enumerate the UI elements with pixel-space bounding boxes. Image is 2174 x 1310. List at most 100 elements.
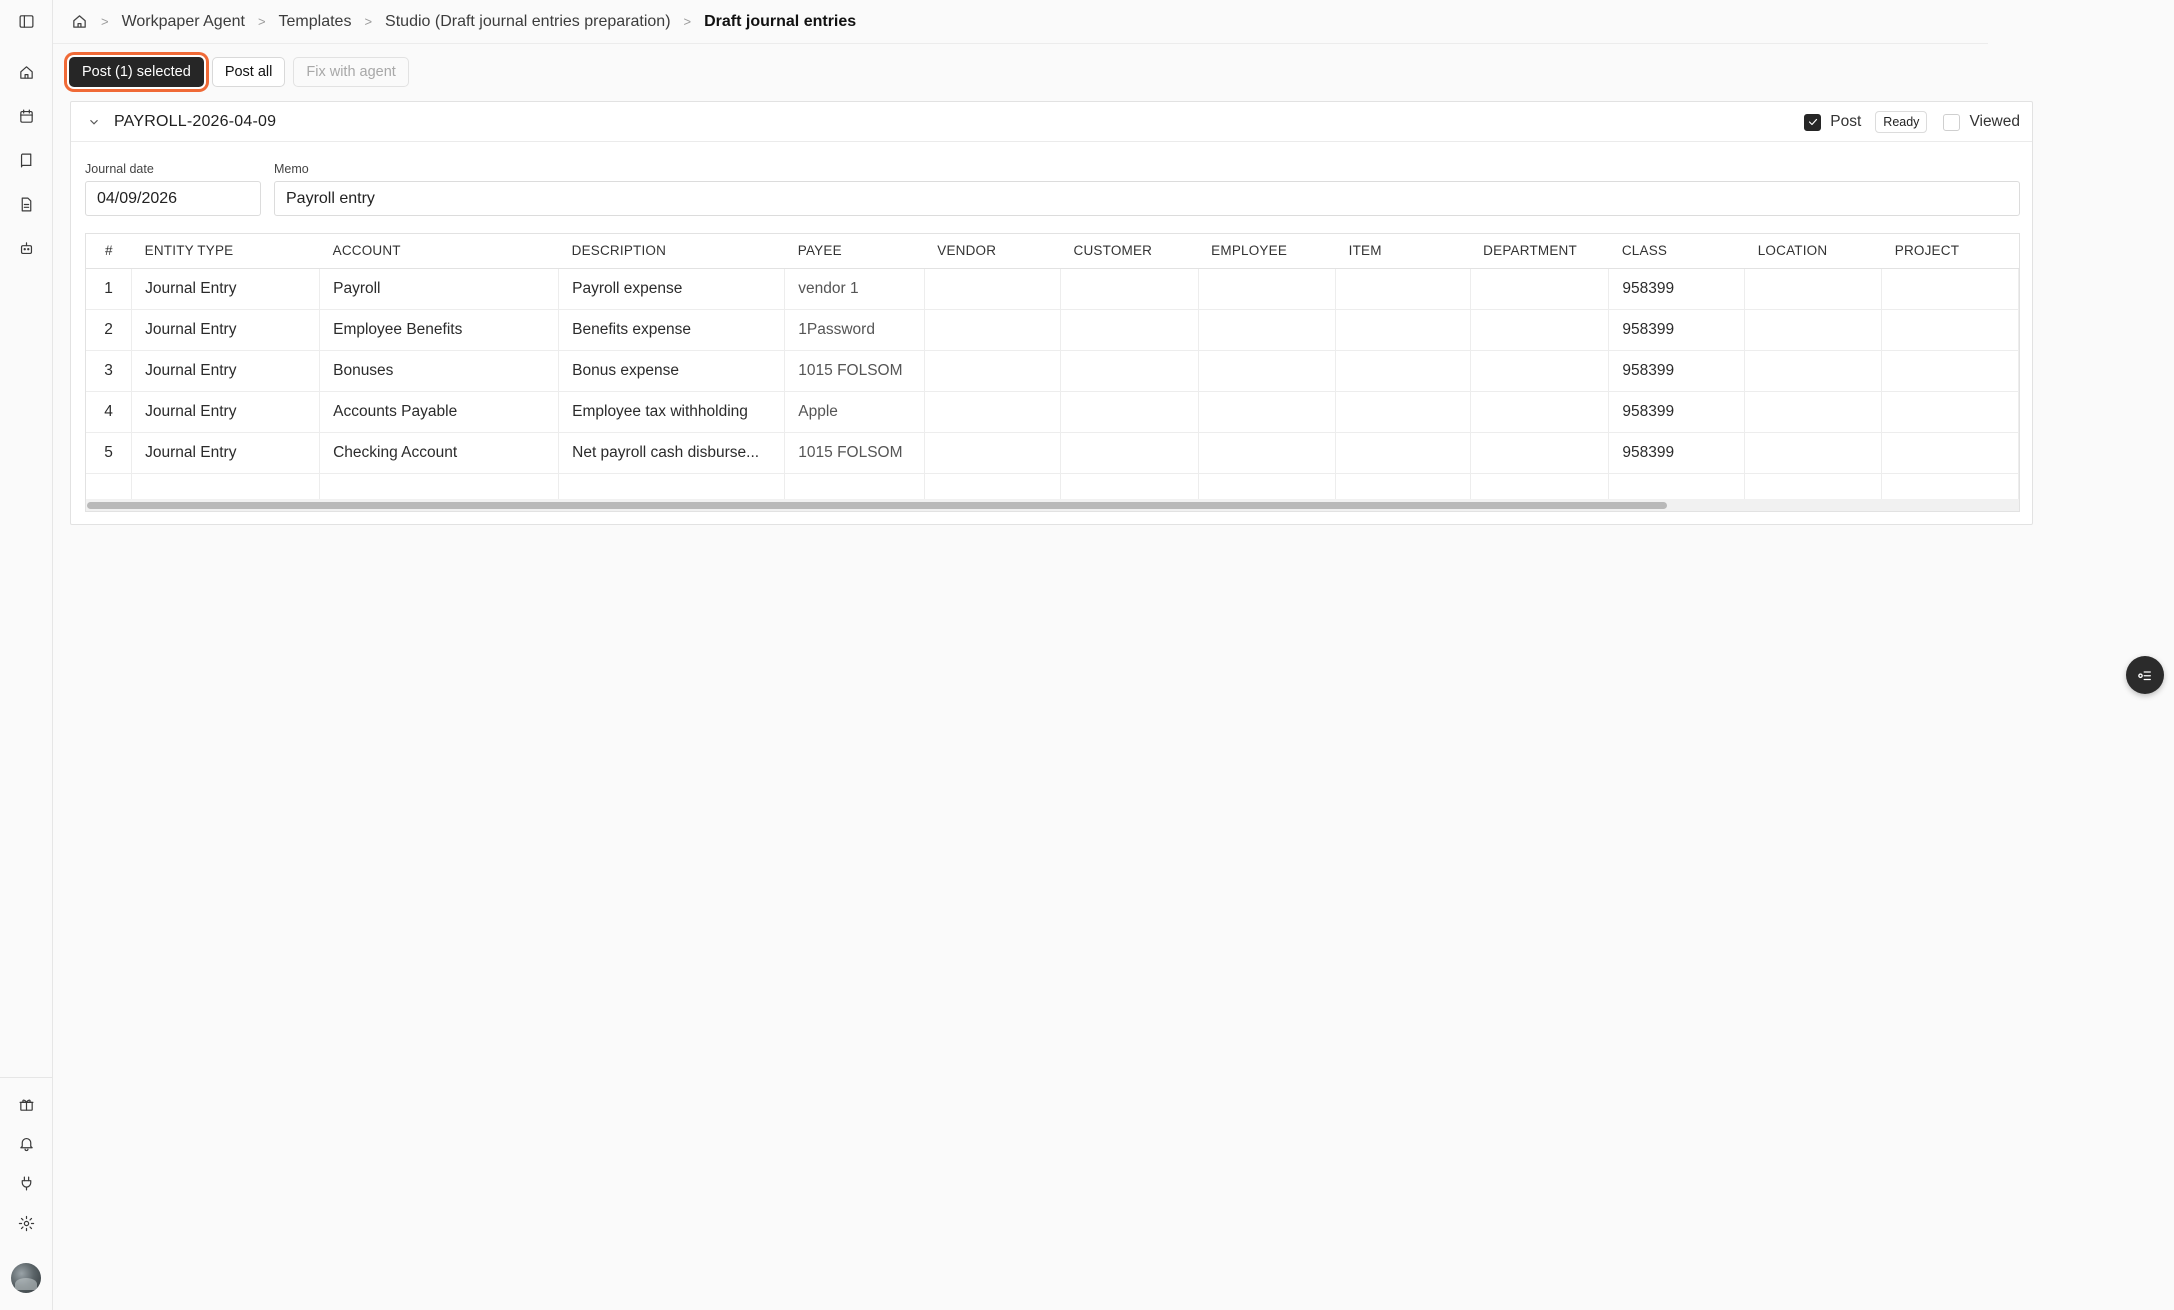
table-cell[interactable]: Journal Entry [131,391,321,433]
table-cell[interactable]: vendor 1 [784,268,925,310]
table-cell[interactable] [1881,432,2019,474]
plug-icon[interactable] [12,1169,40,1197]
table-cell[interactable] [924,350,1062,392]
fix-with-agent-button[interactable]: Fix with agent [293,57,409,87]
viewed-checkbox[interactable] [1943,113,1961,131]
table-cell[interactable] [1470,391,1610,433]
horizontal-scrollbar[interactable] [86,499,2019,511]
table-cell[interactable] [1198,391,1337,433]
calendar-icon[interactable] [12,102,40,130]
table-cell[interactable]: Payroll expense [558,268,786,310]
post-checkbox[interactable] [1804,113,1822,131]
table-cell[interactable]: 2 [86,309,133,351]
table-cell[interactable] [1060,391,1199,433]
sidebar-toggle-icon[interactable] [12,7,40,35]
memo-input[interactable]: Payroll entry [274,181,2020,216]
table-cell[interactable]: Bonus expense [558,350,786,392]
column-header[interactable]: ITEM [1335,234,1471,269]
breadcrumb-workpaper-agent[interactable]: Workpaper Agent [122,13,245,31]
table-cell[interactable] [1744,391,1883,433]
gear-icon[interactable] [12,1209,40,1237]
breadcrumb-templates[interactable]: Templates [279,13,352,31]
table-row[interactable]: 5 Journal Entry Checking Account Net payrol… [86,432,2019,474]
column-header[interactable]: VENDOR [924,234,1061,269]
table-cell[interactable]: Journal Entry [131,268,321,310]
table-cell[interactable]: 958399 [1608,432,1746,474]
table-row[interactable]: 2 Journal Entry Employee Benefits Benefits … [86,309,2019,351]
table-cell[interactable] [924,391,1062,433]
table-cell[interactable]: 5 [86,432,133,474]
column-header[interactable]: PAYEE [784,234,925,269]
post-selected-button[interactable]: Post (1) selected [69,57,204,87]
table-cell[interactable] [1060,350,1199,392]
table-cell[interactable] [1335,432,1471,474]
table-cell[interactable] [1060,432,1199,474]
avatar[interactable] [11,1263,41,1293]
column-header[interactable]: ACCOUNT [319,234,559,269]
document-icon[interactable] [12,190,40,218]
table-cell[interactable]: 958399 [1608,391,1746,433]
table-cell[interactable] [1744,309,1883,351]
journal-date-input[interactable]: 04/09/2026 [85,181,261,216]
table-cell[interactable] [1470,432,1610,474]
table-cell[interactable]: 1 [86,268,133,310]
breadcrumb-studio[interactable]: Studio (Draft journal entries preparatio… [385,13,670,31]
table-cell[interactable] [1470,309,1610,351]
table-cell[interactable] [1198,309,1337,351]
table-cell[interactable]: 3 [86,350,133,392]
table-cell[interactable]: 1Password [784,309,925,351]
table-cell[interactable]: Employee Benefits [319,309,560,351]
table-cell[interactable]: Apple [784,391,925,433]
table-cell[interactable]: 4 [86,391,133,433]
table-cell[interactable] [1335,309,1471,351]
book-icon[interactable] [12,146,40,174]
column-header[interactable]: EMPLOYEE [1198,234,1336,269]
column-header[interactable]: ENTITY TYPE [131,234,320,269]
table-cell[interactable] [1744,268,1883,310]
table-cell[interactable] [1744,350,1883,392]
table-cell[interactable]: Checking Account [319,432,560,474]
table-cell[interactable]: Journal Entry [131,309,321,351]
table-cell[interactable] [1335,350,1471,392]
table-row[interactable]: 4 Journal Entry Accounts Payable Employee t… [86,391,2019,433]
table-cell[interactable] [1060,309,1199,351]
column-header[interactable]: LOCATION [1744,234,1882,269]
table-cell[interactable] [1198,268,1337,310]
table-cell[interactable] [1335,391,1471,433]
table-cell[interactable]: Payroll [319,268,560,310]
table-cell[interactable] [1881,350,2019,392]
table-row[interactable]: 3 Journal Entry Bonuses Bonus expense 1015 F… [86,350,2019,392]
chevron-down-icon[interactable] [87,115,101,129]
table-cell[interactable] [924,309,1062,351]
table-cell[interactable]: 958399 [1608,350,1746,392]
table-row[interactable]: 1 Journal Entry Payroll Payroll expense vend… [86,268,2019,310]
table-cell[interactable] [924,268,1062,310]
table-cell[interactable]: Employee tax withholding [558,391,786,433]
table-cell[interactable] [1881,391,2019,433]
home-icon[interactable] [71,13,88,30]
home-icon[interactable] [12,58,40,86]
table-cell[interactable] [1744,432,1883,474]
table-cell[interactable] [1470,350,1610,392]
table-cell[interactable]: Benefits expense [558,309,786,351]
table-cell[interactable] [1198,432,1337,474]
table-cell[interactable] [1335,268,1471,310]
gift-icon[interactable] [12,1090,40,1118]
table-cell[interactable]: Journal Entry [131,432,321,474]
table-cell[interactable]: Bonuses [319,350,560,392]
post-all-button[interactable]: Post all [211,57,286,87]
column-header[interactable]: CLASS [1608,234,1745,269]
table-cell[interactable]: 1015 FOLSOM [784,350,925,392]
table-cell[interactable] [924,432,1062,474]
table-cell[interactable] [1060,268,1199,310]
bell-icon[interactable] [12,1129,40,1157]
table-cell[interactable]: 958399 [1608,309,1746,351]
table-cell[interactable]: 958399 [1608,268,1746,310]
table-cell[interactable] [1198,350,1337,392]
bot-icon[interactable] [12,234,40,262]
scrollbar-thumb[interactable] [87,502,1667,509]
table-cell[interactable]: Accounts Payable [319,391,560,433]
task-list-icon[interactable] [2126,656,2164,694]
column-header[interactable]: CUSTOMER [1060,234,1199,269]
table-cell[interactable] [1881,309,2019,351]
